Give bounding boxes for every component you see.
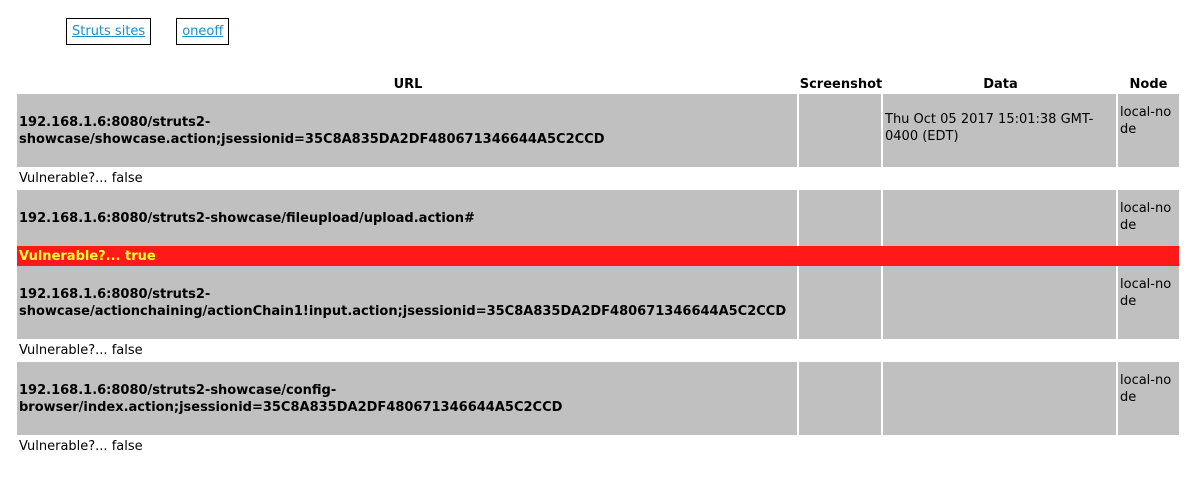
column-header-data: Data xyxy=(983,76,1018,92)
vulnerable-status: Vulnerable?... false xyxy=(19,171,143,186)
results-table: URL Screenshot Data Node 192.168.1.6:808… xyxy=(17,74,1179,458)
nav-link-oneoff[interactable]: oneoff xyxy=(176,18,230,45)
column-header-url: URL xyxy=(393,76,423,92)
node-cell: local-node xyxy=(1118,94,1179,167)
screenshot-cell xyxy=(799,94,883,167)
node-cell: local-node xyxy=(1118,362,1179,435)
table-row: 192.168.1.6:8080/struts2-showcase/config… xyxy=(17,362,1179,435)
vulnerable-status-alert: Vulnerable?... true xyxy=(17,246,1179,266)
column-header-node: Node xyxy=(1129,76,1168,92)
column-header-screenshot: Screenshot xyxy=(799,76,883,92)
table-header-row: URL Screenshot Data Node xyxy=(17,74,1179,94)
url-cell[interactable]: 192.168.1.6:8080/struts2-showcase/showca… xyxy=(17,94,799,167)
screenshot-cell xyxy=(799,362,883,435)
top-nav: Struts sites oneoff xyxy=(66,18,230,45)
screenshot-cell xyxy=(799,266,883,339)
table-row: 192.168.1.6:8080/struts2-showcase/fileup… xyxy=(17,190,1179,246)
vulnerable-status: Vulnerable?... false xyxy=(19,439,143,454)
vulnerable-status-row: Vulnerable?... true xyxy=(17,246,1179,266)
table-row: 192.168.1.6:8080/struts2-showcase/action… xyxy=(17,266,1179,339)
url-cell[interactable]: 192.168.1.6:8080/struts2-showcase/config… xyxy=(17,362,799,435)
date-cell: Thu Oct 05 2017 15:01:38 GMT-0400 (EDT) xyxy=(883,94,1118,167)
date-cell xyxy=(883,190,1118,246)
url-cell[interactable]: 192.168.1.6:8080/struts2-showcase/action… xyxy=(17,266,799,339)
vulnerable-status-row: Vulnerable?... false xyxy=(17,435,1179,458)
date-cell xyxy=(883,362,1118,435)
vulnerable-status-row: Vulnerable?... false xyxy=(17,339,1179,362)
vulnerable-status: Vulnerable?... false xyxy=(19,343,143,358)
node-cell: local-node xyxy=(1118,266,1179,339)
screenshot-cell xyxy=(799,190,883,246)
table-row: 192.168.1.6:8080/struts2-showcase/showca… xyxy=(17,94,1179,167)
url-cell[interactable]: 192.168.1.6:8080/struts2-showcase/fileup… xyxy=(17,190,799,246)
node-cell: local-node xyxy=(1118,190,1179,246)
nav-link-struts-sites[interactable]: Struts sites xyxy=(66,18,152,45)
date-cell xyxy=(883,266,1118,339)
vulnerable-status-row: Vulnerable?... false xyxy=(17,167,1179,190)
